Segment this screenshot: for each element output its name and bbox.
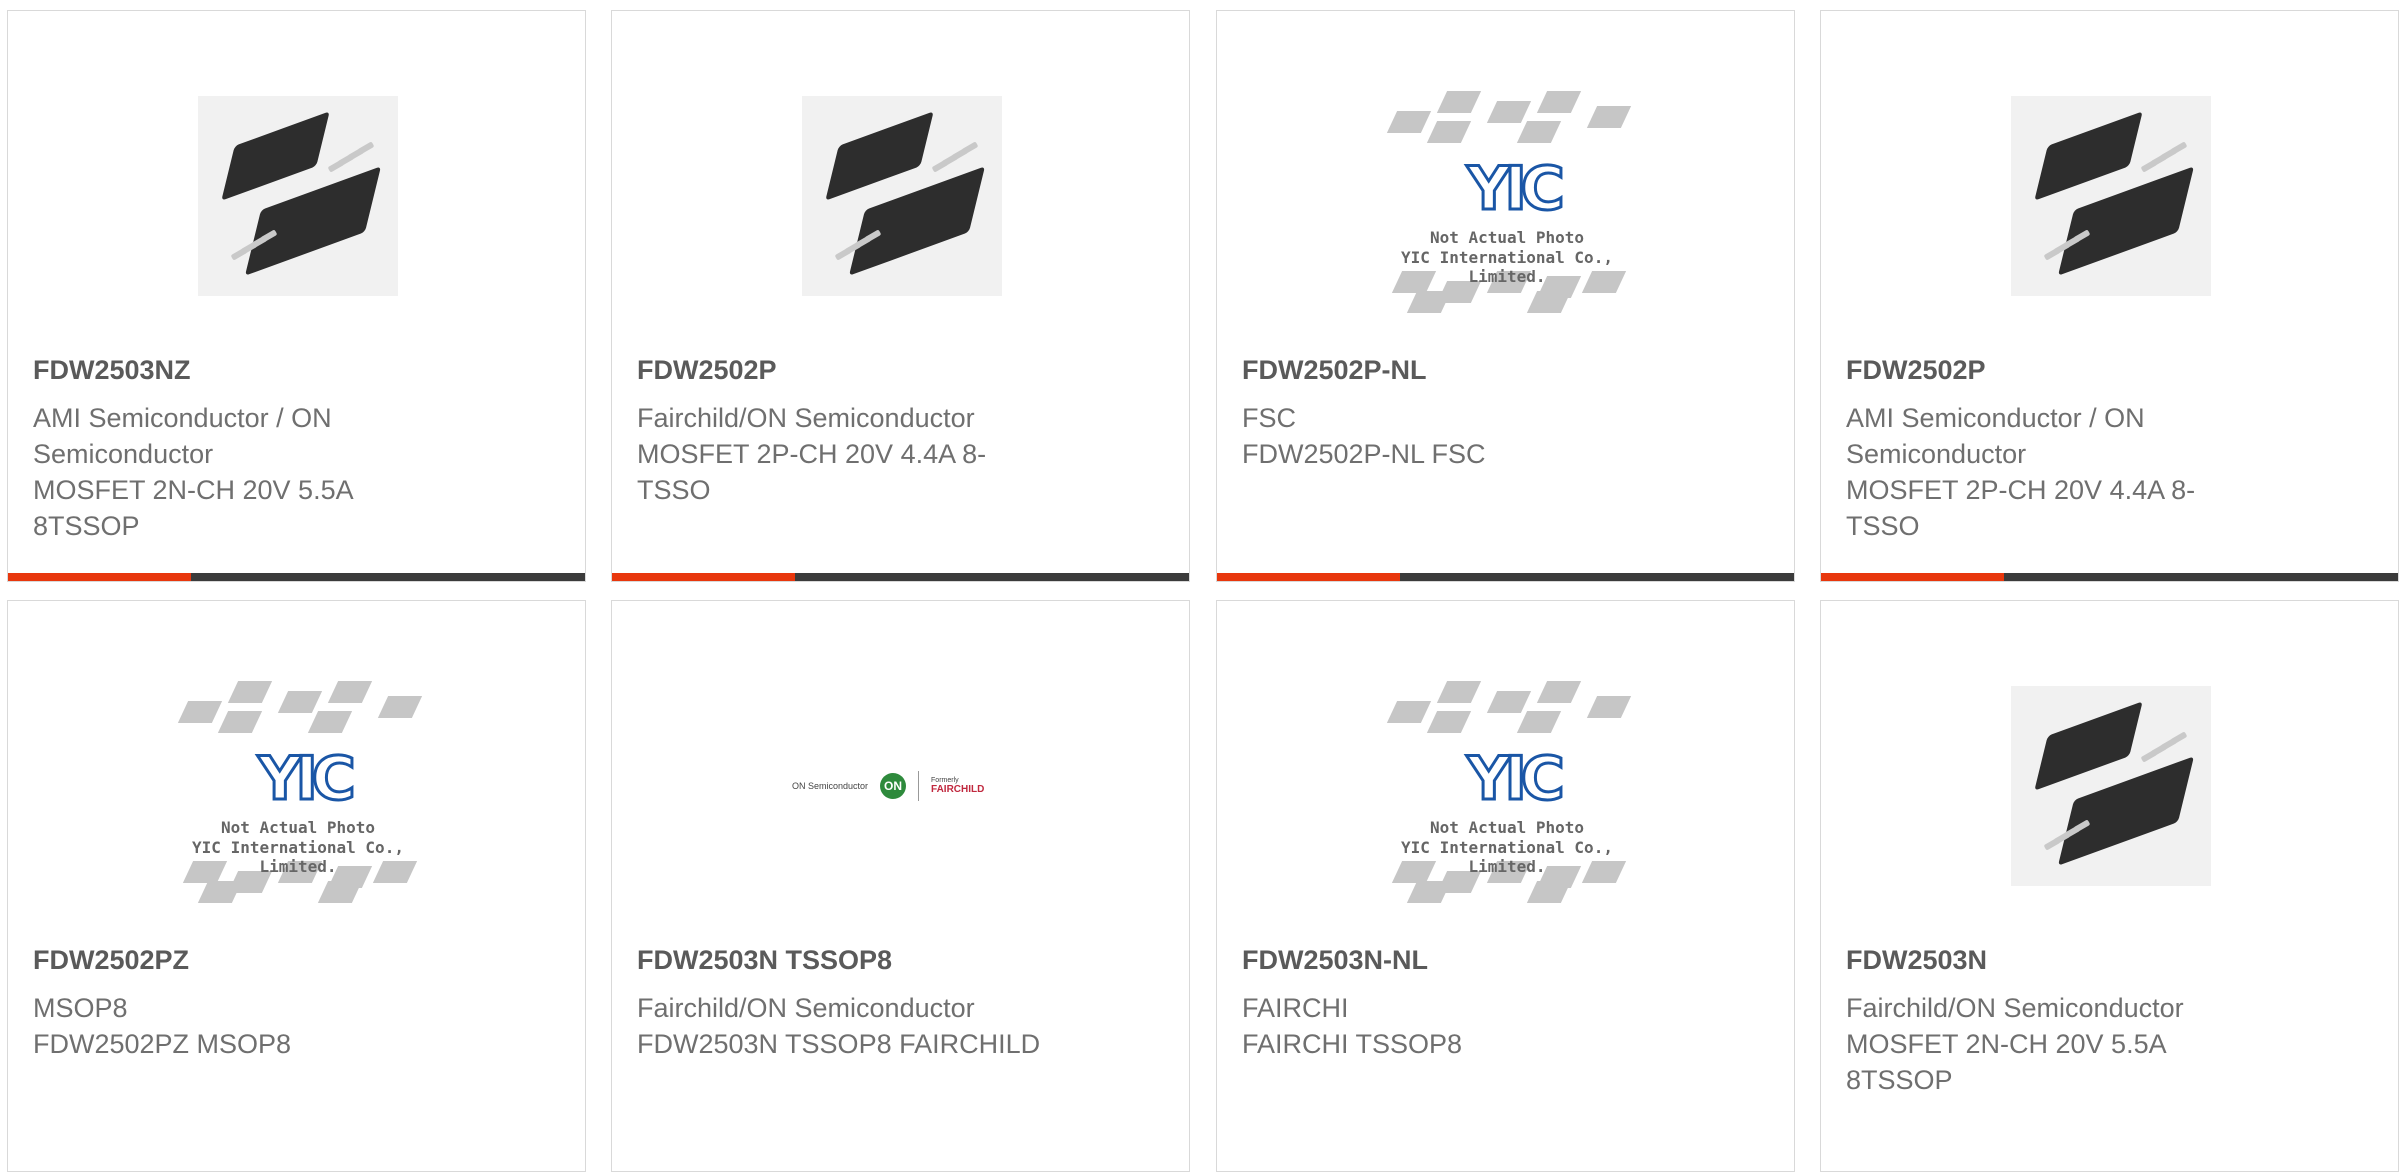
product-card[interactable]: FDW2502P AMI Semiconductor / ON Semiconduc… <box>1820 10 2399 582</box>
product-detail-line: FSC <box>1242 403 1296 433</box>
product-image <box>2011 686 2211 886</box>
product-image-container[interactable] <box>1971 651 2251 921</box>
placeholder-caption: Not Actual Photo <box>220 818 376 837</box>
placeholder-caption: Not Actual Photo <box>1429 818 1585 837</box>
product-detail-line: TSSO <box>637 475 711 505</box>
product-part-number[interactable]: FDW2503N-NL <box>1242 945 1428 976</box>
product-part-number[interactable]: FDW2503N TSSOP8 <box>637 945 892 976</box>
placeholder-image: YIC Not Actual Photo YIC International Co.… <box>1372 76 1642 316</box>
placeholder-caption: Not Actual Photo <box>1429 228 1585 247</box>
placeholder-company: YIC International Co., Limited. <box>1401 248 1613 286</box>
product-detail-line: MOSFET 2P-CH 20V 4.4A 8- <box>637 439 987 469</box>
product-card[interactable]: FDW2503NZ AMI Semiconductor / ON Semicondu… <box>7 10 586 582</box>
product-detail-line: 8TSSOP <box>1846 1065 1953 1095</box>
brand-logos: ON Semiconductor ON Formerly FAIRCHILD <box>792 766 1012 806</box>
product-image-container[interactable]: YIC Not Actual Photo YIC International Co.… <box>158 651 438 921</box>
card-accent-bar <box>1217 573 1400 581</box>
product-detail-line: TSSO <box>1846 511 1920 541</box>
product-detail-line: 8TSSOP <box>33 511 140 541</box>
product-detail-line: Fairchild/ON Semiconductor <box>1846 993 2184 1023</box>
card-accent-bar <box>612 573 795 581</box>
product-part-number[interactable]: FDW2502P-NL <box>1242 355 1427 386</box>
product-detail-line: MOSFET 2N-CH 20V 5.5A <box>33 475 354 505</box>
product-card[interactable]: YIC Not Actual Photo YIC International Co.… <box>1216 600 1795 1172</box>
product-part-number[interactable]: FDW2502P <box>637 355 777 386</box>
product-image <box>802 96 1002 296</box>
product-detail-line: MOSFET 2N-CH 20V 5.5A <box>1846 1029 2167 1059</box>
product-part-number[interactable]: FDW2502P <box>1846 355 1986 386</box>
card-bottom-bar <box>1217 573 1794 581</box>
yic-logo: YIC <box>257 743 358 816</box>
product-part-number[interactable]: FDW2503N <box>1846 945 1987 976</box>
placeholder-company: YIC International Co., Limited. <box>1401 838 1613 876</box>
card-accent-bar <box>8 573 191 581</box>
card-bottom-bar <box>612 573 1189 581</box>
product-card[interactable]: FDW2503N Fairchild/ON Semiconductor MOSFET… <box>1820 600 2399 1172</box>
card-bottom-bar <box>1821 573 2398 581</box>
product-card[interactable]: YIC Not Actual Photo YIC International Co.… <box>1216 10 1795 582</box>
product-card[interactable]: FDW2502P Fairchild/ON Semiconductor MOSFET… <box>611 10 1190 582</box>
logo-divider <box>918 771 920 801</box>
product-detail-line: FDW2502P-NL FSC <box>1242 439 1486 469</box>
product-card[interactable]: ON Semiconductor ON Formerly FAIRCHILD FDW25… <box>611 600 1190 1172</box>
product-detail-line: FDW2502PZ MSOP8 <box>33 1029 292 1059</box>
on-logo-icon: ON <box>880 773 907 799</box>
product-detail-line: FAIRCHI <box>1242 993 1349 1023</box>
product-detail-line: Fairchild/ON Semiconductor <box>637 993 975 1023</box>
product-image-container[interactable]: ON Semiconductor ON Formerly FAIRCHILD <box>762 651 1042 921</box>
product-detail-line: MOSFET 2P-CH 20V 4.4A 8- <box>1846 475 2196 505</box>
yic-logo: YIC <box>1466 743 1567 816</box>
product-grid: FDW2503NZ AMI Semiconductor / ON Semicondu… <box>0 0 2400 1172</box>
product-image <box>2011 96 2211 296</box>
product-image <box>198 96 398 296</box>
product-detail-line: Fairchild/ON Semiconductor <box>637 403 975 433</box>
product-detail-line: AMI Semiconductor / ON <box>33 403 332 433</box>
product-image-container[interactable] <box>158 61 438 331</box>
yic-logo: YIC <box>1466 153 1567 226</box>
card-bottom-bar <box>8 573 585 581</box>
placeholder-image: YIC Not Actual Photo YIC International Co.… <box>163 666 433 906</box>
product-detail-line: Semiconductor <box>1846 439 2027 469</box>
placeholder-company: YIC International Co., Limited. <box>192 838 404 876</box>
product-image-container[interactable]: YIC Not Actual Photo YIC International Co.… <box>1367 651 1647 921</box>
product-card[interactable]: YIC Not Actual Photo YIC International Co.… <box>7 600 586 1172</box>
product-detail-line: MSOP8 <box>33 993 128 1023</box>
product-image-container[interactable]: YIC Not Actual Photo YIC International Co.… <box>1367 61 1647 331</box>
product-image-container[interactable] <box>762 61 1042 331</box>
product-detail-line: FDW2503N TSSOP8 FAIRCHILD <box>637 1029 1041 1059</box>
fairchild-logo: Formerly FAIRCHILD <box>931 777 985 795</box>
card-accent-bar <box>1821 573 2004 581</box>
product-detail-line: AMI Semiconductor / ON <box>1846 403 2145 433</box>
product-part-number[interactable]: FDW2503NZ <box>33 355 191 386</box>
on-semiconductor-wordmark: ON Semiconductor <box>792 781 869 791</box>
product-detail-line: Semiconductor <box>33 439 214 469</box>
placeholder-image: YIC Not Actual Photo YIC International Co.… <box>1372 666 1642 906</box>
product-detail-line: FAIRCHI TSSOP8 <box>1242 1029 1463 1059</box>
product-image-container[interactable] <box>1971 61 2251 331</box>
product-part-number[interactable]: FDW2502PZ <box>33 945 189 976</box>
